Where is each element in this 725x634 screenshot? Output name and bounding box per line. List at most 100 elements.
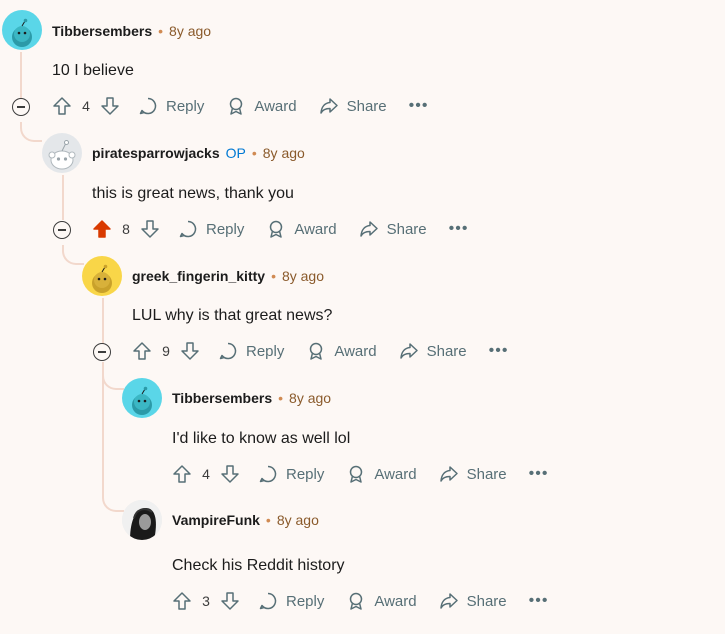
- timestamp[interactable]: 8y ago: [169, 23, 211, 39]
- comment-bubble-icon: [259, 465, 277, 483]
- share-icon: [319, 98, 338, 114]
- timestamp[interactable]: 8y ago: [282, 268, 324, 284]
- share-button[interactable]: Share: [399, 341, 467, 361]
- timestamp[interactable]: 8y ago: [289, 390, 331, 406]
- comment-meta: Tibbersembers • 8y ago: [52, 23, 211, 39]
- timestamp[interactable]: 8y ago: [277, 512, 319, 528]
- comment-body: I'd like to know as well lol: [172, 430, 351, 447]
- comment-body: Check his Reddit history: [172, 557, 345, 574]
- award-icon: [310, 342, 323, 360]
- award-label: Award: [294, 220, 337, 238]
- comment-meta: piratesparrowjacks OP • 8y ago: [92, 145, 305, 161]
- comment-body: LUL why is that great news?: [132, 307, 333, 324]
- comment-bubble-icon: [179, 220, 197, 238]
- avatar[interactable]: [2, 10, 42, 50]
- thread-line-level2: [62, 175, 64, 220]
- award-icon: [270, 220, 283, 238]
- username-link[interactable]: VampireFunk: [172, 512, 260, 528]
- thread-branch-3a: [102, 370, 124, 390]
- downvote-icon[interactable]: [180, 341, 200, 361]
- username-link[interactable]: Tibbersembers: [52, 23, 152, 39]
- vote-count: 8: [122, 221, 130, 237]
- vote-count: 4: [202, 466, 210, 482]
- share-button[interactable]: Share: [439, 464, 507, 484]
- snoo-avatar-icon: [12, 18, 32, 47]
- award-button[interactable]: Award: [266, 219, 337, 239]
- reply-button[interactable]: Reply: [218, 341, 284, 361]
- upvote-icon[interactable]: [172, 591, 192, 611]
- reply-button[interactable]: Reply: [138, 96, 204, 116]
- more-options-button[interactable]: •••: [409, 97, 429, 115]
- meta-separator: •: [278, 390, 284, 406]
- upvote-icon[interactable]: [52, 96, 72, 116]
- comment-bubble-icon: [219, 342, 237, 360]
- award-button[interactable]: Award: [226, 96, 297, 116]
- award-button[interactable]: Award: [346, 591, 417, 611]
- collapse-button[interactable]: [12, 98, 30, 116]
- comment-actions: 8 Reply Award Share •••: [92, 219, 468, 239]
- avatar[interactable]: [122, 500, 162, 540]
- timestamp[interactable]: 8y ago: [263, 145, 305, 161]
- meta-separator: •: [251, 145, 257, 161]
- downvote-icon[interactable]: [100, 96, 120, 116]
- reply-label: Reply: [166, 97, 205, 115]
- reply-label: Reply: [286, 465, 325, 483]
- award-label: Award: [374, 592, 417, 610]
- reply-button[interactable]: Reply: [258, 591, 324, 611]
- avatar[interactable]: [82, 256, 122, 296]
- downvote-icon[interactable]: [220, 464, 240, 484]
- award-icon: [350, 465, 363, 483]
- comment-actions: 9 Reply Award Share •••: [132, 341, 508, 361]
- username-link[interactable]: Tibbersembers: [172, 390, 272, 406]
- downvote-icon[interactable]: [140, 219, 160, 239]
- comment-actions: 3 Reply Award Share •••: [172, 591, 548, 611]
- more-options-button[interactable]: •••: [529, 592, 549, 610]
- award-label: Award: [374, 465, 417, 483]
- upvote-icon[interactable]: [132, 341, 152, 361]
- reply-button[interactable]: Reply: [178, 219, 244, 239]
- share-button[interactable]: Share: [359, 219, 427, 239]
- share-icon: [439, 593, 458, 609]
- thread-branch-1: [20, 122, 42, 142]
- comment-body: this is great news, thank you: [92, 185, 294, 202]
- meta-separator: •: [265, 512, 271, 528]
- award-icon: [350, 592, 363, 610]
- reply-label: Reply: [246, 342, 285, 360]
- share-button[interactable]: Share: [439, 591, 507, 611]
- thread-branch-2: [62, 245, 84, 265]
- more-options-button[interactable]: •••: [449, 220, 469, 238]
- snoo-avatar-icon: [48, 140, 76, 170]
- upvote-icon[interactable]: [172, 464, 192, 484]
- thread-branch-3b: [102, 492, 124, 512]
- award-button[interactable]: Award: [346, 464, 417, 484]
- share-label: Share: [466, 465, 507, 483]
- comment-meta: greek_fingerin_kitty • 8y ago: [132, 268, 324, 284]
- share-icon: [399, 343, 418, 359]
- share-icon: [359, 221, 378, 237]
- username-link[interactable]: greek_fingerin_kitty: [132, 268, 265, 284]
- reply-label: Reply: [206, 220, 245, 238]
- reply-button[interactable]: Reply: [258, 464, 324, 484]
- award-icon: [230, 97, 243, 115]
- avatar[interactable]: [42, 133, 82, 173]
- meta-separator: •: [271, 268, 276, 284]
- share-label: Share: [346, 97, 387, 115]
- comment-bubble-icon: [259, 592, 277, 610]
- more-options-button[interactable]: •••: [529, 465, 549, 483]
- award-label: Award: [334, 342, 377, 360]
- username-link[interactable]: piratesparrowjacks: [92, 145, 220, 161]
- upvote-icon-active[interactable]: [92, 219, 112, 239]
- collapse-button[interactable]: [93, 343, 111, 361]
- collapse-button[interactable]: [53, 221, 71, 239]
- award-button[interactable]: Award: [306, 341, 377, 361]
- comment-bubble-icon: [139, 97, 157, 115]
- downvote-icon[interactable]: [220, 591, 240, 611]
- share-icon: [439, 466, 458, 482]
- thread-line-level3: [102, 298, 104, 344]
- comment-meta: Tibbersembers • 8y ago: [172, 390, 331, 406]
- avatar[interactable]: [122, 378, 162, 418]
- more-options-button[interactable]: •••: [489, 342, 509, 360]
- vote-count: 4: [82, 98, 90, 114]
- snoo-avatar-icon: [92, 264, 112, 293]
- share-button[interactable]: Share: [319, 96, 387, 116]
